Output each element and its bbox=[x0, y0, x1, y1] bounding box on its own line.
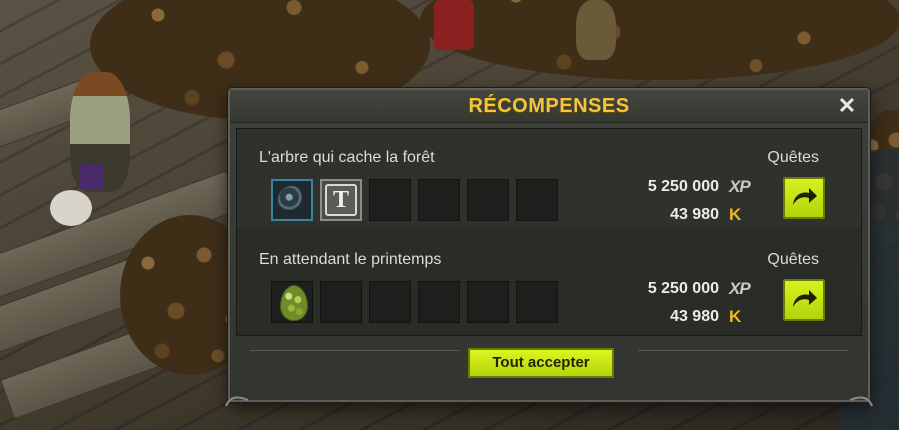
quest-name: L'arbre qui cache la forêt bbox=[259, 149, 435, 166]
item-slots bbox=[271, 281, 558, 323]
curved-arrow-icon bbox=[793, 290, 817, 307]
claim-reward-button[interactable] bbox=[783, 177, 825, 219]
empty-slot bbox=[516, 281, 558, 323]
quest-category: Quêtes bbox=[767, 251, 819, 268]
close-button[interactable]: ✕ bbox=[836, 95, 858, 117]
xp-reward: 5 250 000 XP bbox=[648, 279, 759, 299]
xp-amount: 5 250 000 bbox=[647, 280, 719, 297]
guild-emblem bbox=[80, 164, 104, 190]
empty-slot bbox=[418, 281, 460, 323]
empty-slot bbox=[467, 179, 509, 221]
ornament-divider bbox=[250, 350, 460, 351]
pet-companion[interactable] bbox=[50, 190, 92, 226]
item-slots: T bbox=[271, 179, 558, 221]
orb-item-icon bbox=[278, 186, 306, 214]
xp-icon: XP bbox=[729, 177, 751, 196]
item-slot[interactable]: T bbox=[320, 179, 362, 221]
corner-ornament-icon bbox=[225, 396, 249, 407]
kamas-amount: 43 980 bbox=[670, 308, 719, 325]
npc-character[interactable] bbox=[434, 0, 474, 50]
empty-slot bbox=[320, 281, 362, 323]
npc-character[interactable] bbox=[576, 0, 616, 60]
xp-reward: 5 250 000 XP bbox=[648, 177, 759, 197]
kamas-icon: K bbox=[729, 307, 742, 326]
item-slot[interactable] bbox=[271, 281, 313, 323]
quest-reward-row: En attendant le printemps Quêtes 5 250 0… bbox=[237, 231, 861, 331]
title-t-icon: T bbox=[325, 184, 357, 216]
item-slot[interactable] bbox=[271, 179, 313, 221]
rewards-list: L'arbre qui cache la forêt Quêtes T 5 25… bbox=[236, 128, 862, 336]
quest-category: Quêtes bbox=[767, 149, 819, 166]
ornament-divider bbox=[638, 350, 848, 351]
xp-icon: XP bbox=[729, 279, 751, 298]
empty-slot bbox=[369, 281, 411, 323]
pinecone-pile bbox=[420, 0, 899, 80]
empty-slot bbox=[467, 281, 509, 323]
accept-all-button[interactable]: Tout accepter bbox=[468, 348, 614, 378]
kamas-icon: K bbox=[729, 205, 742, 224]
dialog-title: RÉCOMPENSES bbox=[468, 95, 630, 117]
rewards-dialog: RÉCOMPENSES ✕ L'arbre qui cache la forêt… bbox=[225, 88, 873, 407]
claim-reward-button[interactable] bbox=[783, 279, 825, 321]
empty-slot bbox=[369, 179, 411, 221]
empty-slot bbox=[418, 179, 460, 221]
empty-slot bbox=[516, 179, 558, 221]
kamas-reward: 43 980 K bbox=[670, 307, 749, 327]
quest-name: En attendant le printemps bbox=[259, 251, 442, 268]
dialog-title-bar: RÉCOMPENSES ✕ bbox=[230, 90, 868, 123]
kamas-reward: 43 980 K bbox=[670, 205, 749, 225]
dialog-footer: Tout accepter bbox=[230, 336, 868, 400]
corner-ornament-icon bbox=[849, 396, 873, 407]
kamas-amount: 43 980 bbox=[670, 206, 719, 223]
dragoturkey-egg-icon bbox=[280, 285, 308, 321]
xp-amount: 5 250 000 bbox=[647, 178, 719, 195]
quest-reward-row: L'arbre qui cache la forêt Quêtes T 5 25… bbox=[237, 129, 861, 229]
curved-arrow-icon bbox=[793, 188, 817, 205]
